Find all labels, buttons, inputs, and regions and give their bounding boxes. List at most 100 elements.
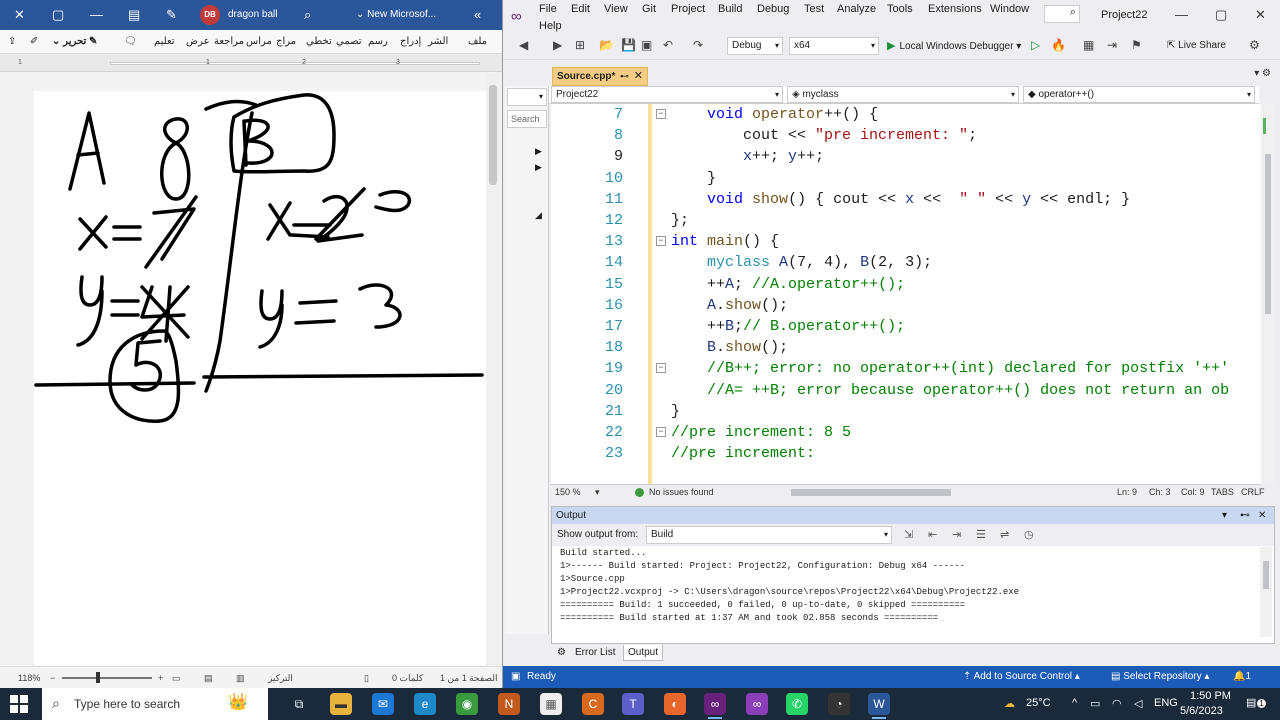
tab-source-cpp[interactable]: Source.cpp* ⊷ ✕ [552, 67, 648, 86]
code-line[interactable]: 7 − void operator++() { [551, 104, 1263, 125]
word-tab-10[interactable]: عرض [186, 36, 210, 47]
clock-time[interactable]: 1:50 PM [1190, 690, 1231, 702]
word-zoom-out-icon[interactable]: − [50, 673, 55, 683]
task-view-icon[interactable]: ⧉ [288, 693, 310, 715]
word-accessibility-icon[interactable]: ▯ [364, 673, 369, 684]
word-minimize-icon[interactable]: — [90, 7, 103, 22]
menu-build[interactable]: Build [718, 3, 742, 15]
word-tab-9[interactable]: مراجعة [214, 36, 244, 47]
nav-project-select[interactable]: Project22 ▾ [551, 86, 783, 103]
search-highlight-icon[interactable]: 👑 [228, 692, 248, 712]
word-scroll-thumb[interactable] [489, 85, 497, 185]
whatsapp-icon[interactable]: ✆ [786, 693, 808, 715]
menu-extensions[interactable]: Extensions [928, 3, 982, 15]
code-line[interactable]: 14 myclass A(7, 4), B(2, 3); [551, 252, 1263, 273]
word-zoom-knob[interactable] [96, 672, 100, 683]
edge-icon[interactable]: e [414, 693, 436, 715]
platform-select[interactable]: x64 ▾ [789, 37, 879, 55]
source-control-button[interactable]: ⇡ Add to Source Control ▴ [963, 671, 1080, 682]
code-line[interactable]: 9 x++; y++; [551, 146, 1263, 167]
live-share-button[interactable]: ⇱ Live Share [1167, 40, 1226, 51]
word-editing-button[interactable]: ⌄ تحرير ✎ [52, 36, 97, 47]
word-collapse-icon[interactable]: « [474, 7, 481, 22]
code-line[interactable]: 8 cout << "pre increment: "; [551, 125, 1263, 146]
select-repository-button[interactable]: ▤ Select Repository ▴ [1111, 671, 1209, 682]
word-tab-5[interactable]: تصمي [336, 36, 362, 47]
code-line[interactable]: 12}; [551, 210, 1263, 231]
word-comments-icon[interactable]: ✐ [30, 36, 38, 47]
start-without-debug-icon[interactable]: ▷ [1031, 38, 1040, 52]
app-clock-icon[interactable]: ◔ [828, 693, 850, 715]
word-page[interactable] [34, 91, 486, 665]
code-line[interactable]: 20 //A= ++B; error because operator++() … [551, 380, 1263, 401]
panel-pin-icon[interactable]: ⊷ [1240, 507, 1250, 524]
menu-window[interactable]: Window [990, 3, 1029, 15]
firefox-icon[interactable]: ◐ [664, 693, 686, 715]
tree-collapse-icon[interactable]: ◢ [535, 210, 542, 221]
read-mode-icon[interactable]: ▥ [236, 673, 245, 684]
menu-edit[interactable]: Edit [571, 3, 590, 15]
word-tab-2[interactable]: الشر [428, 36, 448, 47]
word-feedback-icon[interactable]: 🗨 [124, 36, 137, 47]
app-c-icon[interactable]: C [582, 693, 604, 715]
menu-file[interactable]: File [539, 3, 557, 15]
taskbar-search-box[interactable]: ⌕ Type here to search 👑 [42, 688, 268, 720]
code-line[interactable]: 15 ++A; //A.operator++(); [551, 274, 1263, 295]
code-line[interactable]: 19 − //B++; error: no operator++(int) dec… [551, 358, 1263, 379]
save-icon[interactable]: 💾 [621, 38, 636, 52]
windows-start-icon[interactable] [10, 695, 28, 713]
copilot-icon[interactable]: ⚙ [1249, 38, 1260, 52]
word-focus-mode[interactable]: التركيز [268, 673, 293, 684]
tab-output[interactable]: Output [623, 645, 664, 661]
menu-analyze[interactable]: Analyze [837, 3, 876, 15]
step-icon[interactable]: ⇥ [1107, 38, 1117, 52]
teams-icon[interactable]: T [622, 693, 644, 715]
word-doc-title[interactable]: ⌄ New Microsof... [356, 9, 436, 20]
code-line[interactable]: 22 −//pre increment: 8 5 [551, 422, 1263, 443]
code-line[interactable]: 17 ++B;// B.operator++(); [551, 316, 1263, 337]
output-source-select[interactable]: Build ▾ [646, 526, 892, 544]
word-tab-11[interactable]: تعليم [154, 36, 175, 47]
code-line[interactable]: 23 //pre increment: [551, 443, 1263, 464]
menu-tools[interactable]: Tools [887, 3, 913, 15]
issues-status[interactable]: No issues found [649, 487, 714, 497]
solution-panel-select[interactable]: ▾ [507, 88, 547, 106]
fold-toggle-icon[interactable]: − [656, 109, 666, 119]
new-project-icon[interactable]: ⊞ [575, 38, 585, 52]
nav-scope-select[interactable]: ◈ myclass ▾ [787, 86, 1019, 103]
editor-vertical-scrollbar[interactable] [1261, 104, 1275, 484]
menu-project[interactable]: Project [671, 3, 705, 15]
word-share-icon[interactable]: ⇪ [8, 36, 16, 47]
line-ending[interactable]: CRLF [1241, 487, 1265, 497]
language-indicator[interactable]: ENG [1154, 697, 1178, 709]
redo-icon[interactable]: ↷ [693, 38, 703, 52]
word-user-avatar[interactable]: DB [200, 5, 220, 25]
vs-minimize-icon[interactable]: — [1175, 7, 1188, 22]
code-line[interactable]: 13 − int main() { [551, 231, 1263, 252]
code-line[interactable]: 21} [551, 401, 1263, 422]
wifi-icon[interactable]: ◠ [1112, 697, 1122, 710]
panel-close-icon[interactable]: ✕ [1258, 507, 1266, 524]
next-message-icon[interactable]: ⇥ [952, 528, 961, 541]
word-taskbar-icon[interactable]: W [868, 693, 890, 719]
menu-view[interactable]: View [604, 3, 628, 15]
word-tab-8[interactable]: مراس [246, 36, 272, 47]
mail-icon[interactable]: ✉ [372, 693, 394, 715]
code-line[interactable]: 18 B.show(); [551, 337, 1263, 358]
word-zoom-in-icon[interactable]: + [158, 673, 163, 683]
chrome-icon[interactable]: ◉ [456, 693, 478, 715]
panel-dropdown-icon[interactable]: ▾ [1222, 507, 1227, 524]
tab-error-list[interactable]: Error List [571, 645, 620, 661]
code-editor[interactable]: 7 − void operator++() {8 cout << "pre inc… [551, 104, 1263, 484]
pin-icon[interactable]: ⊷ [620, 68, 629, 85]
word-tab-6[interactable]: تخطي [306, 36, 332, 47]
menu-test[interactable]: Test [804, 3, 824, 15]
clear-all-icon[interactable]: ☰ [976, 528, 986, 541]
editor-scroll-thumb[interactable] [1265, 154, 1271, 314]
word-tab-1[interactable]: ملف [468, 36, 487, 47]
fold-toggle-icon[interactable]: − [656, 236, 666, 247]
volume-icon[interactable]: ◁ [1134, 697, 1142, 710]
timestamp-icon[interactable]: ◷ [1024, 528, 1034, 541]
web-layout-icon[interactable]: ▭ [172, 673, 181, 684]
menu-debug[interactable]: Debug [757, 3, 789, 15]
